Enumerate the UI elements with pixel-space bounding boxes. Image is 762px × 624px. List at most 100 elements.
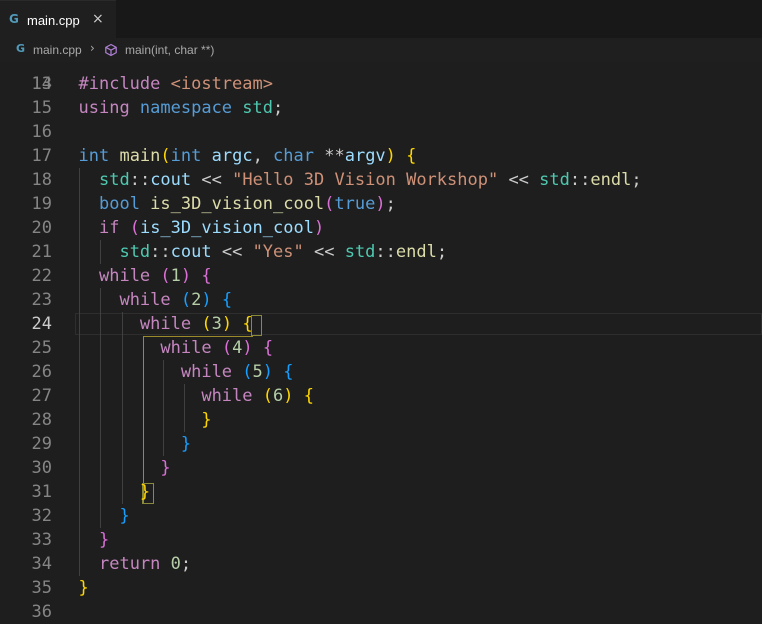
breadcrumb-symbol[interactable]: main(int, char **)	[125, 43, 214, 57]
code-token: }	[139, 482, 151, 502]
code-token: 6	[273, 386, 284, 406]
code-line: 30 }	[0, 456, 762, 480]
code-token: )	[313, 218, 325, 238]
code-token: endl	[395, 242, 437, 262]
code-text: }	[79, 456, 171, 480]
cpp-file-icon: G	[16, 42, 26, 55]
tab-bar: G main.cpp ×	[0, 0, 762, 38]
code-token: argc	[211, 146, 253, 166]
code-token: while	[119, 290, 181, 310]
code-token: int	[170, 146, 212, 166]
code-token: 1	[170, 266, 181, 286]
code-text: }	[79, 504, 129, 528]
code-token: )	[180, 266, 192, 286]
code-token: }	[78, 578, 89, 598]
code-line: 32 }	[0, 504, 762, 528]
code-token: std	[344, 242, 376, 262]
code-line: 19 bool is_3D_vision_cool(true);	[0, 192, 762, 216]
line-number: 28	[31, 410, 52, 430]
code-token: (	[262, 386, 273, 406]
code-token: ;	[273, 98, 284, 118]
code-token: std	[242, 98, 273, 118]
tab-label: main.cpp	[27, 13, 80, 28]
code-text: }	[79, 576, 89, 600]
code-token: argv	[344, 146, 386, 166]
code-line: 21 std::cout << "Yes" << std::endl;	[0, 240, 762, 264]
close-icon[interactable]: ×	[92, 11, 104, 27]
line-number: 30	[31, 458, 52, 478]
code-token: 2	[191, 290, 202, 310]
code-token: )	[283, 386, 294, 406]
code-token: )	[242, 338, 253, 358]
code-token: using	[78, 98, 140, 118]
code-editor[interactable]: 13 14 #include <iostream> 15 using namespac…	[0, 62, 762, 624]
tab-main-cpp[interactable]: G main.cpp ×	[0, 0, 116, 38]
code-text: while (4) {	[79, 336, 273, 360]
code-token: 5	[252, 362, 263, 382]
code-token: {	[221, 290, 233, 310]
line-number: 33	[31, 530, 52, 550]
line-number: 36	[31, 602, 52, 622]
code-token: (	[160, 146, 171, 166]
line-number: 25	[31, 338, 52, 358]
code-token: <<	[211, 242, 253, 262]
code-token: )	[375, 194, 386, 214]
code-line: 24 while (3) {	[0, 312, 762, 336]
code-line: 36	[0, 600, 762, 624]
code-line: 28 }	[0, 408, 762, 432]
code-line: 22 while (1) {	[0, 264, 762, 288]
code-token: if	[98, 218, 130, 238]
code-token: }	[160, 458, 171, 478]
code-text: std::cout << "Hello 3D Vision Workshop" …	[79, 168, 642, 192]
code-token: ::	[375, 242, 396, 262]
code-text: while (5) {	[79, 360, 294, 384]
code-text: while (1) {	[79, 264, 212, 288]
code-token: int	[78, 146, 120, 166]
breadcrumb-file[interactable]: main.cpp	[33, 43, 82, 57]
code-line: 34 return 0;	[0, 552, 762, 576]
code-token: is_3D_vision_cool	[150, 194, 325, 214]
code-text: }	[79, 408, 211, 432]
code-token: std	[539, 170, 570, 190]
code-token: std	[98, 170, 130, 190]
code-token: "Yes"	[252, 242, 304, 262]
code-line: 26 while (5) {	[0, 360, 762, 384]
code-token: std	[119, 242, 151, 262]
line-number: 20	[31, 218, 52, 238]
code-token: }	[180, 434, 192, 454]
code-text: if (is_3D_vision_cool)	[79, 216, 325, 240]
code-token: ::	[129, 170, 151, 190]
code-token: <iostream>	[170, 74, 273, 94]
line-number: 24	[31, 314, 52, 334]
code-token: while	[201, 386, 263, 406]
line-number: 15	[31, 98, 52, 118]
code-text: }	[79, 480, 151, 504]
code-token: )	[262, 362, 274, 382]
line-number: 16	[31, 122, 52, 142]
line-number: 35	[31, 578, 52, 598]
code-token: {	[406, 146, 417, 166]
line-number: 19	[31, 194, 52, 214]
code-token: namespace	[139, 98, 243, 118]
chevron-right-icon: ›	[90, 41, 95, 55]
code-token: **	[324, 146, 345, 166]
code-line: 25 while (4) {	[0, 336, 762, 360]
code-token: {	[242, 314, 253, 334]
code-token: 4	[232, 338, 243, 358]
code-token: }	[98, 530, 110, 550]
code-token: )	[385, 146, 396, 166]
